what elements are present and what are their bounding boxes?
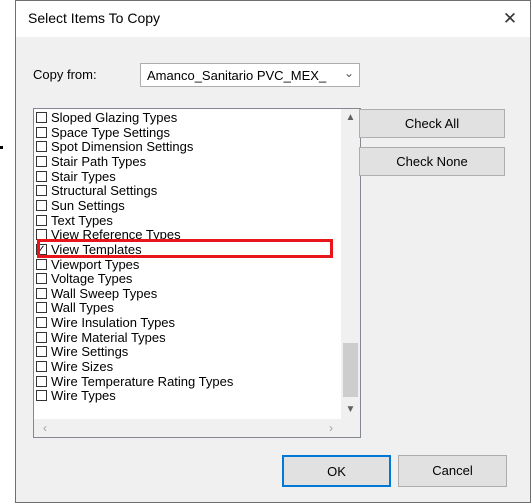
dialog-title: Select Items To Copy bbox=[28, 10, 161, 26]
list-item[interactable]: ✓ View Templates bbox=[36, 243, 336, 258]
checkbox[interactable] bbox=[36, 258, 47, 270]
list-item-label: View Templates bbox=[51, 241, 142, 257]
list-item-label: Wall Sweep Types bbox=[51, 285, 158, 301]
checkbox[interactable] bbox=[36, 273, 47, 285]
checkbox[interactable] bbox=[36, 346, 47, 358]
scroll-right-icon[interactable]: › bbox=[322, 419, 340, 437]
list-item-label: Text Types bbox=[51, 212, 113, 228]
list-item-label: Stair Types bbox=[51, 168, 116, 184]
list-item-label: Viewport Types bbox=[51, 256, 140, 272]
checkbox[interactable] bbox=[36, 141, 47, 153]
select-items-dialog: Select Items To Copy ✕ Copy from: Amanco… bbox=[15, 0, 531, 503]
check-none-button[interactable]: Check None bbox=[359, 147, 505, 176]
copy-from-value: Amanco_Sanitario PVC_MEX_ bbox=[147, 68, 327, 83]
list-item-label: Wire Settings bbox=[51, 344, 129, 360]
checkbox[interactable] bbox=[36, 155, 47, 167]
list-item-label: View Reference Types bbox=[51, 227, 181, 243]
list-item[interactable]: Structural Settings bbox=[36, 184, 336, 199]
list-item-label: Wire Sizes bbox=[51, 359, 114, 375]
list-item-label: Stair Path Types bbox=[51, 153, 147, 169]
list-item-label: Wire Types bbox=[51, 388, 116, 404]
scroll-down-icon[interactable]: ▼ bbox=[341, 401, 360, 419]
vertical-scrollbar[interactable]: ▲ ▼ bbox=[341, 109, 360, 419]
list-item[interactable]: Sloped Glazing Types bbox=[36, 111, 336, 126]
checkbox[interactable] bbox=[36, 302, 47, 314]
stray-dot-mark bbox=[0, 146, 3, 149]
checkbox[interactable] bbox=[36, 390, 47, 402]
list-item-label: Structural Settings bbox=[51, 183, 158, 199]
checkbox[interactable] bbox=[36, 331, 47, 343]
checkbox[interactable] bbox=[36, 361, 47, 373]
list-item[interactable]: Wire Sizes bbox=[36, 360, 336, 375]
list-item[interactable]: View Reference Types bbox=[36, 228, 336, 243]
list-item-label: Wire Insulation Types bbox=[51, 315, 176, 331]
scroll-up-icon[interactable]: ▲ bbox=[341, 109, 360, 127]
scroll-left-icon[interactable]: ‹ bbox=[36, 419, 54, 437]
checkbox[interactable] bbox=[36, 375, 47, 387]
checkbox[interactable] bbox=[36, 287, 47, 299]
list-item-label: Wire Temperature Rating Types bbox=[51, 373, 234, 389]
list-item-label: Wall Types bbox=[51, 300, 114, 316]
checkbox[interactable] bbox=[36, 185, 47, 197]
list-item-label: Voltage Types bbox=[51, 271, 133, 287]
check-all-button[interactable]: Check All bbox=[359, 109, 505, 138]
list-item[interactable]: Voltage Types bbox=[36, 272, 336, 287]
copy-from-label: Copy from: bbox=[33, 67, 97, 82]
checkbox[interactable] bbox=[36, 317, 47, 329]
ok-button[interactable]: OK bbox=[282, 455, 391, 487]
list-item-label: Sloped Glazing Types bbox=[51, 110, 178, 125]
copy-from-dropdown[interactable]: Amanco_Sanitario PVC_MEX_ ⌄ bbox=[140, 63, 360, 87]
horizontal-scrollbar[interactable]: ‹ › bbox=[34, 419, 360, 437]
list-item[interactable]: Wire Types bbox=[36, 389, 336, 404]
items-listbox[interactable]: Sloped Glazing Types Space Type Settings S… bbox=[33, 108, 361, 438]
checkbox[interactable] bbox=[36, 126, 47, 138]
close-icon[interactable]: ✕ bbox=[498, 7, 522, 31]
checkbox[interactable] bbox=[36, 112, 47, 123]
list-item[interactable]: Stair Path Types bbox=[36, 155, 336, 170]
list-item[interactable]: Wire Insulation Types bbox=[36, 316, 336, 331]
list-item-label: Sun Settings bbox=[51, 197, 125, 213]
checkbox[interactable]: ✓ bbox=[36, 243, 47, 255]
checkbox[interactable] bbox=[36, 214, 47, 226]
cancel-button[interactable]: Cancel bbox=[398, 455, 507, 487]
title-bar: Select Items To Copy ✕ bbox=[16, 1, 530, 37]
list-item-label: Space Type Settings bbox=[51, 124, 171, 140]
list-item-label: Spot Dimension Settings bbox=[51, 139, 194, 155]
checkbox[interactable] bbox=[36, 170, 47, 182]
list-item[interactable]: Sun Settings bbox=[36, 199, 336, 214]
list-item-label: Wire Material Types bbox=[51, 329, 166, 345]
chevron-down-icon[interactable]: ⌄ bbox=[344, 66, 354, 80]
checkbox[interactable] bbox=[36, 229, 47, 241]
vertical-scroll-thumb[interactable] bbox=[343, 343, 358, 397]
items-list: Sloped Glazing Types Space Type Settings S… bbox=[34, 109, 342, 409]
checkbox[interactable] bbox=[36, 199, 47, 211]
